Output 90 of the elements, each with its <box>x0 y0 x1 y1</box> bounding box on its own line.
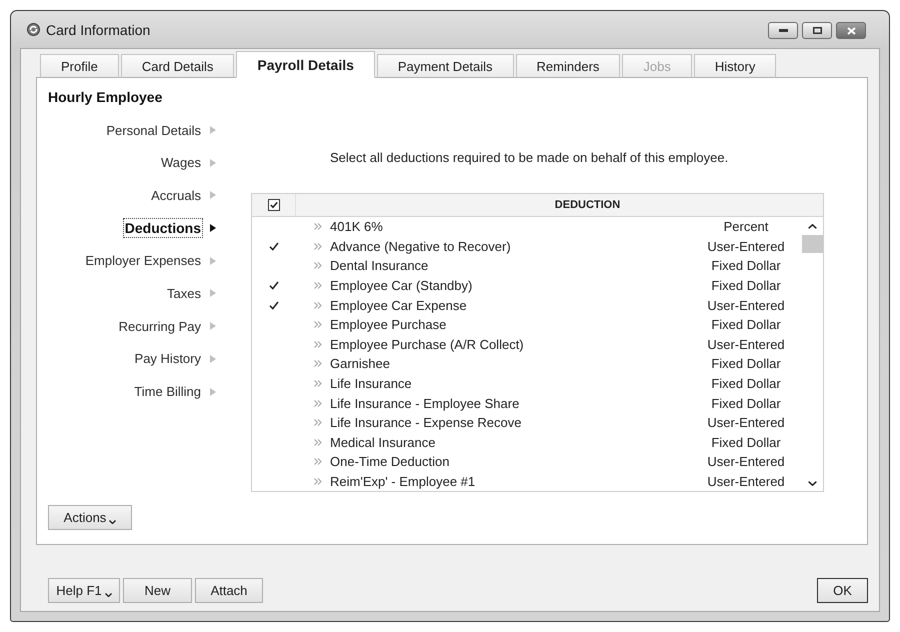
sidebar-item[interactable]: Personal Details <box>104 120 216 140</box>
deduction-name: Employee Car (Standby) <box>330 278 472 294</box>
checkmark-icon[interactable] <box>269 300 279 310</box>
maximize-button[interactable] <box>802 22 832 39</box>
deduction-type: User-Entered <box>707 238 785 254</box>
deduction-type: User-Entered <box>707 298 785 313</box>
deduction-name: Advance (Negative to Recover) <box>330 238 511 254</box>
tab[interactable]: Payroll Details <box>236 51 375 78</box>
triangle-icon <box>210 322 216 330</box>
deduction-type: Fixed Dollar <box>711 278 781 294</box>
caret-down-icon[interactable] <box>808 481 816 486</box>
deduction-type: Fixed Dollar <box>711 317 781 332</box>
close-button[interactable] <box>836 22 866 39</box>
deduction-type: User-Entered <box>707 474 785 490</box>
deduction-name: Medical Insurance <box>330 434 436 450</box>
triangle-icon <box>210 158 216 167</box>
deduction-name: 401K 6% <box>330 219 383 234</box>
double-chevron-icon[interactable] <box>314 223 322 230</box>
triangle-icon <box>210 388 216 396</box>
deduction-name: Employee Purchase <box>330 317 446 332</box>
column-header: DEDUCTION <box>554 199 620 211</box>
deduction-type: Fixed Dollar <box>711 376 781 392</box>
footer-button[interactable]: Help F1 <box>48 578 120 603</box>
triangle-icon <box>210 224 216 232</box>
minimize-button[interactable] <box>768 22 798 39</box>
tab[interactable]: Profile <box>40 54 119 78</box>
caret-icon <box>109 520 116 524</box>
instruction-text: Select all deductions required to be made on behalf of this employee. <box>330 150 728 166</box>
triangle-icon <box>210 289 216 298</box>
sidebar-item[interactable]: Employer Expenses <box>83 250 216 271</box>
double-chevron-icon[interactable] <box>314 458 322 466</box>
deduction-name: Employee Car Expense <box>330 298 467 313</box>
deduction-name: Life Insurance - Expense Recove <box>330 415 522 430</box>
maximize-icon <box>812 27 822 34</box>
triangle-icon <box>210 256 216 265</box>
double-chevron-icon[interactable] <box>314 340 322 348</box>
tab[interactable]: History <box>694 54 776 78</box>
checkbox-icon[interactable] <box>268 199 280 211</box>
sidebar-item[interactable]: Wages <box>159 152 216 173</box>
double-chevron-icon[interactable] <box>314 478 322 486</box>
footer-button[interactable]: Attach <box>195 578 263 603</box>
window-title: Card Information <box>46 22 150 38</box>
triangle-icon <box>210 126 216 134</box>
app-icon <box>27 23 40 36</box>
tab[interactable]: Reminders <box>516 54 620 78</box>
deduction-type: Fixed Dollar <box>711 434 781 450</box>
scrollbar-thumb[interactable] <box>802 235 822 253</box>
deduction-name: Life Insurance <box>330 376 412 392</box>
sidebar-item[interactable]: Accruals <box>149 185 216 206</box>
deduction-name: Life Insurance - Employee Share <box>330 396 520 411</box>
sidebar-item[interactable]: Pay History <box>132 348 216 369</box>
double-chevron-icon[interactable] <box>314 360 322 368</box>
card-type-heading: Hourly Employee <box>48 88 162 106</box>
close-icon <box>846 26 856 34</box>
deduction-type: Percent <box>724 219 768 234</box>
sidebar-item[interactable]: Taxes <box>165 283 216 304</box>
double-chevron-icon[interactable] <box>314 262 322 270</box>
sidebar-item[interactable]: Time Billing <box>132 382 216 402</box>
checkmark-icon[interactable] <box>269 281 279 290</box>
tab[interactable]: Payment Details <box>376 54 514 78</box>
deduction-name: Dental Insurance <box>330 258 428 274</box>
caret-icon <box>104 593 112 597</box>
tab[interactable]: Card Details <box>120 54 234 78</box>
deduction-name: Reim'Exp' - Employee #1 <box>330 474 476 490</box>
checkmark-icon[interactable] <box>269 242 279 251</box>
minimize-icon <box>778 29 788 32</box>
deduction-type: Fixed Dollar <box>711 258 781 274</box>
footer-button[interactable]: New <box>123 578 192 603</box>
deduction-type: User-Entered <box>707 336 785 352</box>
double-chevron-icon[interactable] <box>314 380 322 388</box>
deduction-type: User-Entered <box>707 415 785 430</box>
triangle-icon <box>210 191 216 200</box>
double-chevron-icon[interactable] <box>314 400 322 407</box>
deduction-type: Fixed Dollar <box>711 356 781 372</box>
deduction-name: Garnishee <box>330 356 390 372</box>
deduction-type: User-Entered <box>707 454 785 470</box>
double-chevron-icon[interactable] <box>314 282 322 290</box>
double-chevron-icon[interactable] <box>314 302 322 309</box>
double-chevron-icon[interactable] <box>314 438 322 446</box>
double-chevron-icon[interactable] <box>314 419 322 426</box>
double-chevron-icon[interactable] <box>314 321 322 328</box>
double-chevron-icon[interactable] <box>314 242 322 250</box>
ok-button[interactable]: OK <box>817 578 868 603</box>
triangle-icon <box>210 354 216 363</box>
sidebar-item[interactable]: Recurring Pay <box>116 316 216 336</box>
deduction-name: Employee Purchase (A/R Collect) <box>330 336 524 352</box>
deduction-name: One-Time Deduction <box>330 454 450 470</box>
caret-up-icon[interactable] <box>808 224 816 229</box>
deduction-type: Fixed Dollar <box>711 396 781 411</box>
actions-button[interactable]: Actions <box>48 505 132 530</box>
